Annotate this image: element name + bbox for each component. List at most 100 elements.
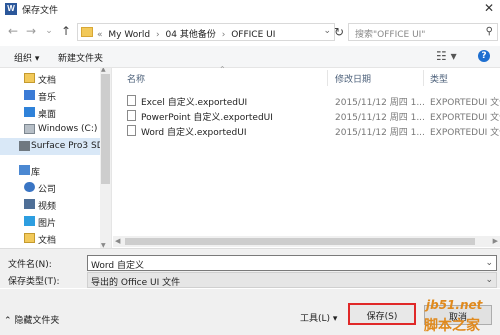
window-title: 保存文件 — [22, 6, 59, 16]
sidebar-item-surface-sd[interactable]: Surface Pro3 SD — [0, 138, 104, 155]
recent-locations-dropdown-icon[interactable]: ⌄ — [42, 24, 56, 38]
tools-button[interactable]: 工具(L) ▾ — [300, 311, 337, 324]
sidebar-scrollbar[interactable]: ▲ ▼ — [100, 68, 111, 248]
save-button-label: 保存(S) — [366, 312, 398, 322]
folder-icon — [81, 27, 93, 37]
sidebar-item-label: 文档 — [38, 236, 57, 246]
close-icon[interactable]: ✕ — [484, 1, 494, 15]
address-bar[interactable]: « My World › 04 其他备份 › OFFICE UI ⌄ — [77, 23, 335, 41]
sidebar-item-label: 音乐 — [38, 93, 57, 103]
filetype-label: 保存类型(T): — [8, 277, 60, 287]
file-name: PowerPoint 自定义.exportedUI — [141, 113, 273, 123]
breadcrumb-backup[interactable]: 04 其他备份 — [166, 30, 216, 40]
breadcrumb-office-ui[interactable]: OFFICE UI — [231, 30, 275, 40]
chevron-down-icon[interactable]: ⌄ — [485, 275, 493, 285]
library-icon — [19, 165, 30, 175]
word-app-icon: W — [5, 3, 17, 15]
column-header-name[interactable]: 名称 — [127, 72, 145, 85]
search-box[interactable]: 搜索"OFFICE UI" ⚲ — [348, 23, 498, 41]
filetype-select[interactable]: 导出的 Office UI 文件 ⌄ — [87, 272, 497, 288]
horizontal-scrollbar[interactable]: ◀ ▶ — [113, 236, 500, 247]
file-name: Excel 自定义.exportedUI — [141, 98, 248, 108]
file-icon — [127, 95, 136, 106]
sidebar-item-windows-c[interactable]: Windows (C:) — [0, 121, 100, 138]
sidebar-item-label: 桌面 — [38, 110, 57, 120]
filename-field[interactable]: Word 自定义 ⌄ — [87, 255, 497, 271]
file-list: 名称 ⌃ 修改日期 类型 Excel 自定义.exportedUI 2015/1… — [113, 65, 500, 248]
breadcrumb-separator[interactable]: › — [156, 30, 160, 40]
watermark-site-name: 脚本之家 — [424, 318, 480, 334]
sort-indicator-icon: ⌃ — [219, 65, 226, 74]
sidebar-item-videos[interactable]: 视频 — [0, 196, 100, 213]
breadcrumb-separator[interactable]: › — [222, 30, 226, 40]
documents-icon — [24, 233, 35, 243]
file-date: 2015/11/12 周四 1... — [335, 113, 425, 123]
breadcrumb: « My World › 04 其他备份 › OFFICE UI — [97, 27, 278, 40]
toolbar: 组织 ▾ 新建文件夹 ☷ ▾ ? — [0, 46, 500, 68]
file-type: EXPORTEDUI 文件 — [430, 113, 500, 123]
sidebar-item-label: 库 — [31, 168, 41, 178]
column-header-type[interactable]: 类型 — [430, 72, 448, 85]
table-row[interactable]: PowerPoint 自定义.exportedUI 2015/11/12 周四 … — [113, 108, 500, 123]
sidebar-item-label: Windows (C:) — [38, 124, 98, 134]
file-type: EXPORTEDUI 文件 — [430, 98, 500, 108]
file-date: 2015/11/12 周四 1... — [335, 128, 425, 138]
scroll-up-icon[interactable]: ▲ — [101, 68, 106, 73]
filetype-value[interactable]: 导出的 Office UI 文件 — [91, 275, 180, 288]
search-icon[interactable]: ⚲ — [486, 26, 493, 37]
breadcrumb-my-world[interactable]: My World — [108, 30, 150, 40]
file-date: 2015/11/12 周四 1... — [335, 98, 425, 108]
sidebar-item-documents[interactable]: 文档 — [0, 70, 100, 87]
scroll-right-icon[interactable]: ▶ — [493, 237, 498, 245]
refresh-icon[interactable]: ↻ — [330, 23, 348, 41]
collapse-arrow-icon: ⌃ — [4, 316, 12, 326]
table-row[interactable]: Excel 自定义.exportedUI 2015/11/12 周四 1... … — [113, 93, 500, 108]
user-icon — [24, 182, 35, 192]
scroll-left-icon[interactable]: ◀ — [115, 237, 120, 245]
organize-button[interactable]: 组织 ▾ — [14, 51, 39, 64]
file-icon — [127, 125, 136, 136]
file-name: Word 自定义.exportedUI — [141, 128, 247, 138]
sidebar-item-music[interactable]: 音乐 — [0, 87, 100, 104]
hide-folders-toggle[interactable]: ⌃ 隐藏文件夹 — [4, 313, 59, 326]
sidebar-item-documents-lib[interactable]: 文档 — [0, 230, 100, 247]
pictures-icon — [24, 216, 35, 226]
file-type: EXPORTEDUI 文件 — [430, 128, 500, 138]
view-options-icon[interactable]: ☷ ▾ — [436, 49, 457, 63]
desktop-icon — [24, 107, 35, 117]
watermark: jb51.net 脚本之家 — [424, 298, 500, 335]
sd-card-icon — [19, 141, 30, 151]
hide-folders-label: 隐藏文件夹 — [14, 316, 60, 326]
file-icon — [127, 110, 136, 121]
navigation-pane: 文档 音乐 桌面 Windows (C:) Surface Pro3 SD 库 … — [0, 68, 112, 248]
column-divider[interactable] — [327, 70, 328, 86]
filename-value[interactable]: Word 自定义 — [91, 258, 144, 271]
new-folder-button[interactable]: 新建文件夹 — [58, 51, 103, 64]
sidebar-item-label: 图片 — [38, 219, 57, 229]
documents-icon — [24, 73, 35, 83]
sidebar-item-library[interactable]: 库 — [0, 162, 100, 179]
help-icon[interactable]: ? — [478, 50, 490, 62]
sidebar-item-desktop[interactable]: 桌面 — [0, 104, 100, 121]
sidebar-item-label: 公司 — [38, 185, 57, 195]
scrollbar-thumb[interactable] — [101, 74, 110, 184]
filename-label: 文件名(N): — [8, 260, 52, 270]
navigation-bar: ← → ⌄ ↑ « My World › 04 其他备份 › OFFICE UI… — [0, 18, 500, 46]
forward-arrow-icon[interactable]: → — [24, 24, 38, 38]
table-row[interactable]: Word 自定义.exportedUI 2015/11/12 周四 1... E… — [113, 123, 500, 138]
column-header-date[interactable]: 修改日期 — [335, 72, 371, 85]
sidebar-item-company[interactable]: 公司 — [0, 179, 100, 196]
breadcrumb-overflow[interactable]: « — [97, 30, 103, 40]
title-bar: W 保存文件 ✕ — [0, 0, 500, 18]
search-input[interactable]: 搜索"OFFICE UI" — [355, 27, 425, 40]
back-arrow-icon[interactable]: ← — [6, 24, 20, 38]
sidebar-item-label: Surface Pro3 SD — [31, 141, 104, 151]
drive-icon — [24, 124, 35, 134]
sidebar-item-pictures[interactable]: 图片 — [0, 213, 100, 230]
scrollbar-thumb[interactable] — [125, 238, 475, 245]
up-folder-icon[interactable]: ↑ — [59, 24, 73, 38]
chevron-down-icon[interactable]: ⌄ — [485, 258, 493, 268]
sidebar-item-label: 文档 — [38, 76, 57, 86]
column-divider[interactable] — [423, 70, 424, 86]
save-button[interactable]: 保存(S) — [348, 303, 416, 325]
